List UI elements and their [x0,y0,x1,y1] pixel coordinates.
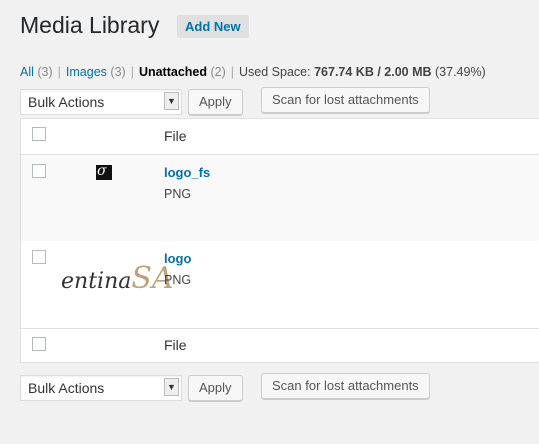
thumbnail-text-a: entina [61,269,132,294]
media-table: File σ logo_fs PNG entinaSA logo PNG Fil… [20,118,539,363]
separator: | [130,65,134,79]
media-filter-links: All (3) | Images (3) | Unattached (2) | Used S… [20,65,486,79]
mime-type: PNG [164,273,192,287]
row-checkbox[interactable] [32,164,46,178]
separator: | [57,65,61,79]
attachment-title-link[interactable]: logo_fs [164,165,210,180]
table-row: σ logo_fs PNG [21,155,539,241]
page-title: Media Library [20,12,160,38]
used-space-percent: (37.49%) [435,65,486,79]
filter-images-link[interactable]: Images [66,65,107,79]
thumbnail-image[interactable]: entinaSA [61,261,174,296]
table-header: File [21,119,539,155]
attachment-title-link[interactable]: logo [164,251,191,266]
select-all-checkbox[interactable] [32,127,46,141]
bulk-actions-value: Bulk Actions [28,94,105,110]
chevron-down-icon[interactable]: ▼ [164,378,179,396]
separator: | [230,65,235,79]
add-new-button[interactable]: Add New [177,15,249,38]
used-space-label: Used Space: [239,65,311,79]
table-footer: File [21,329,539,362]
thumbnail-glyph: σ [97,163,107,179]
select-all-checkbox-footer[interactable] [32,337,46,351]
filter-images-count: (3) [110,65,126,79]
tablenav-bottom: Bulk Actions ▼ Apply Scan for lost attac… [20,373,440,403]
scan-lost-attachments-button[interactable]: Scan for lost attachments [261,87,430,113]
row-checkbox[interactable] [32,250,46,264]
filter-all-link[interactable]: All [20,65,34,79]
thumbnail-image[interactable]: σ [96,163,112,180]
filter-unattached-count: (2) [210,65,226,79]
bulk-actions-value: Bulk Actions [28,380,105,396]
column-footer-file[interactable]: File [164,337,187,353]
tablenav-top: Bulk Actions ▼ Apply Scan for lost attac… [20,87,440,117]
mime-type: PNG [164,187,192,201]
column-header-file[interactable]: File [164,128,187,144]
filter-all-count: (3) [37,65,53,79]
table-row: entinaSA logo PNG [21,241,539,329]
chevron-down-icon[interactable]: ▼ [164,92,179,110]
bulk-actions-select[interactable]: Bulk Actions ▼ [20,89,182,115]
bulk-actions-select-bottom[interactable]: Bulk Actions ▼ [20,375,182,401]
filter-unattached-current[interactable]: Unattached [139,65,207,79]
apply-button-bottom[interactable]: Apply [188,375,243,401]
scan-lost-attachments-button-bottom[interactable]: Scan for lost attachments [261,373,430,399]
apply-button[interactable]: Apply [188,89,243,115]
used-space-value: 767.74 KB / 2.00 MB [314,65,432,79]
